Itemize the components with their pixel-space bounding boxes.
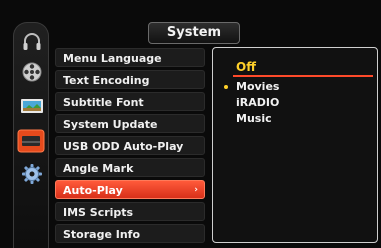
menu-item-label: IMS Scripts [63, 206, 134, 219]
menu-item-label: Text Encoding [63, 74, 150, 87]
menu-item-storage-info[interactable]: Storage Info [55, 224, 205, 243]
menu-item-system-update[interactable]: System Update [55, 114, 205, 133]
option-movies[interactable]: Movies [236, 80, 279, 93]
menu-item-label: Auto-Play [63, 184, 123, 197]
menu-item-label: Menu Language [63, 52, 162, 65]
menu-item-ims-scripts[interactable]: IMS Scripts [55, 202, 205, 221]
menu-item-menu-language[interactable]: Menu Language [55, 48, 205, 67]
settings-menu: Menu Language Text Encoding Subtitle Fon… [55, 46, 209, 247]
menu-item-subtitle-font[interactable]: Subtitle Font [55, 92, 205, 111]
menu-item-label: Angle Mark [63, 162, 134, 175]
option-music[interactable]: Music [236, 112, 272, 125]
chevron-right-icon: › [194, 185, 198, 195]
auto-play-options-panel: Off Movies iRADIO Music [212, 47, 378, 243]
menu-item-label: USB ODD Auto-Play [63, 140, 184, 153]
option-iradio[interactable]: iRADIO [236, 96, 279, 109]
page-title: System [148, 22, 240, 44]
menu-item-label: Subtitle Font [63, 96, 144, 109]
menu-item-text-encoding[interactable]: Text Encoding [55, 70, 205, 89]
headphones-icon[interactable] [21, 31, 43, 53]
selection-underline [233, 75, 373, 77]
menu-item-auto-play[interactable]: Auto-Play › [55, 180, 205, 199]
photo-icon[interactable] [19, 95, 45, 117]
tv-settings-screen: System Menu Language Text Encoding Subti… [0, 0, 381, 248]
menu-item-usb-odd-auto-play[interactable]: USB ODD Auto-Play [55, 136, 205, 155]
option-off[interactable]: Off [236, 60, 256, 74]
menu-item-angle-mark[interactable]: Angle Mark [55, 158, 205, 177]
menu-item-label: Storage Info [63, 228, 141, 241]
category-sidebar [13, 22, 49, 248]
film-reel-icon[interactable] [21, 61, 43, 83]
display-icon[interactable] [17, 129, 45, 153]
menu-item-label: System Update [63, 118, 158, 131]
gear-icon[interactable] [21, 163, 43, 185]
current-value-indicator-icon [224, 85, 228, 89]
